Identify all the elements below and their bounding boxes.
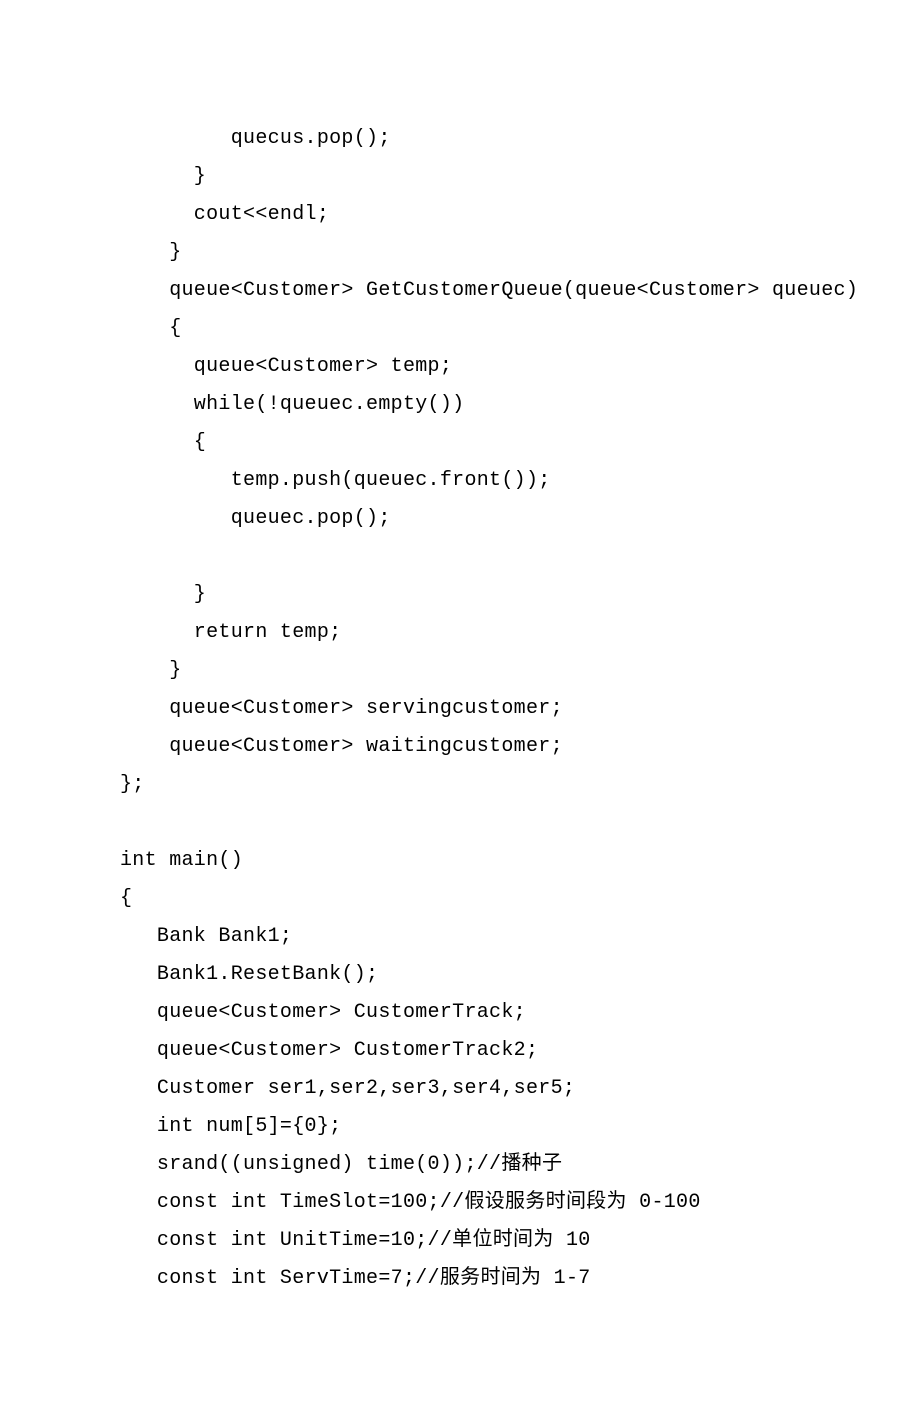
code-block: quecus.pop(); } cout<<endl; } queue<Cust… (120, 120, 920, 1298)
code-line: { (120, 310, 920, 348)
code-line: } (120, 158, 920, 196)
code-line: srand((unsigned) time(0));//播种子 (120, 1146, 920, 1184)
code-line: queuec.pop(); (120, 500, 920, 538)
code-line: { (120, 424, 920, 462)
code-line: Bank1.ResetBank(); (120, 956, 920, 994)
code-line: } (120, 234, 920, 272)
code-line: cout<<endl; (120, 196, 920, 234)
code-line: queue<Customer> servingcustomer; (120, 690, 920, 728)
code-line: queue<Customer> GetCustomerQueue(queue<C… (120, 272, 920, 310)
code-line: const int ServTime=7;//服务时间为 1-7 (120, 1260, 920, 1298)
code-line: return temp; (120, 614, 920, 652)
code-line: } (120, 576, 920, 614)
code-line: } (120, 652, 920, 690)
code-line: const int UnitTime=10;//单位时间为 10 (120, 1222, 920, 1260)
code-line: quecus.pop(); (120, 120, 920, 158)
code-line: while(!queuec.empty()) (120, 386, 920, 424)
code-line: { (120, 880, 920, 918)
code-line: queue<Customer> waitingcustomer; (120, 728, 920, 766)
code-line: Bank Bank1; (120, 918, 920, 956)
code-line: int main() (120, 842, 920, 880)
code-line (120, 804, 920, 842)
code-line: int num[5]={0}; (120, 1108, 920, 1146)
code-line: queue<Customer> CustomerTrack2; (120, 1032, 920, 1070)
document-page: quecus.pop(); } cout<<endl; } queue<Cust… (0, 0, 920, 1418)
code-line: const int TimeSlot=100;//假设服务时间段为 0-100 (120, 1184, 920, 1222)
code-line: Customer ser1,ser2,ser3,ser4,ser5; (120, 1070, 920, 1108)
code-line: queue<Customer> temp; (120, 348, 920, 386)
code-line: queue<Customer> CustomerTrack; (120, 994, 920, 1032)
code-line: temp.push(queuec.front()); (120, 462, 920, 500)
code-line (120, 538, 920, 576)
code-line: }; (120, 766, 920, 804)
